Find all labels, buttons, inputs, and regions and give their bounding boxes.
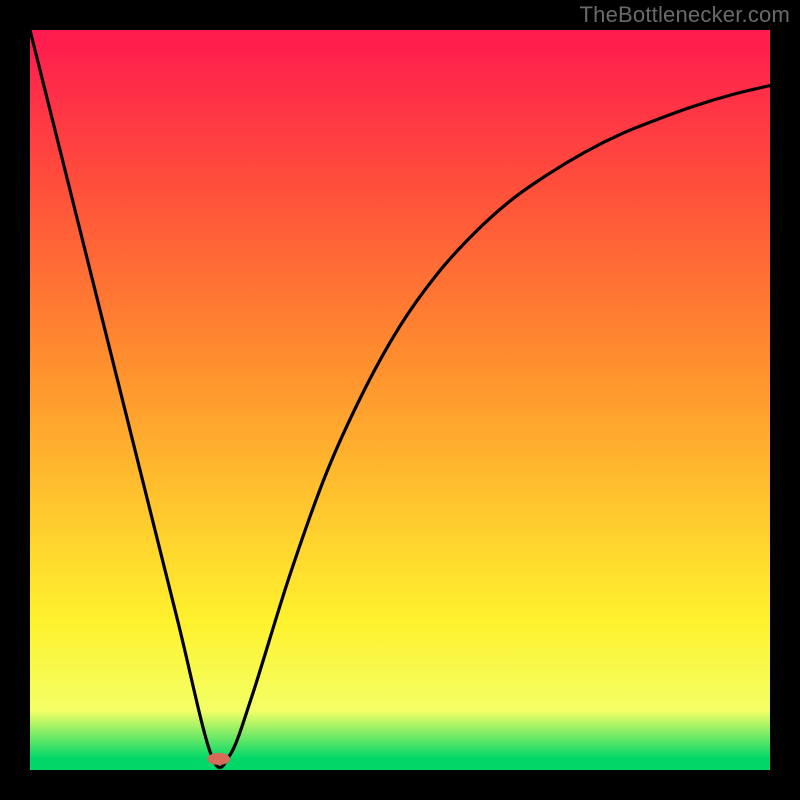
watermark-text: TheBottlenecker.com [580, 2, 790, 28]
plot-area [30, 30, 770, 770]
gradient-background [30, 30, 770, 770]
optimal-point-marker [208, 753, 230, 764]
bottleneck-chart [30, 30, 770, 770]
chart-frame: TheBottlenecker.com [0, 0, 800, 800]
